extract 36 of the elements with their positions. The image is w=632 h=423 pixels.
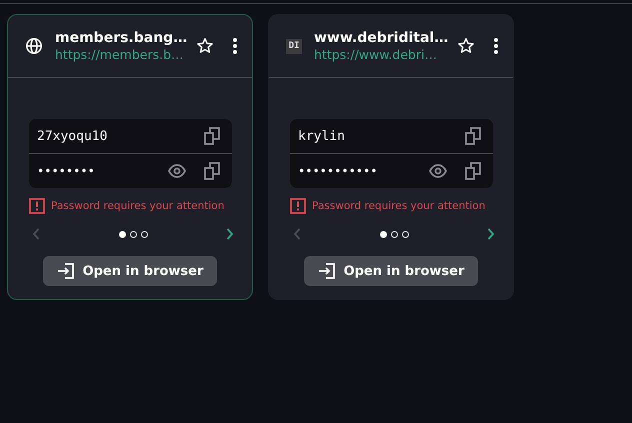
password-field[interactable]: ••••••••: [37, 164, 168, 178]
copy-icon[interactable]: [204, 162, 220, 180]
open-in-browser-button[interactable]: Open in browser: [304, 256, 478, 286]
warning-message: Password requires your attention: [312, 200, 486, 212]
copy-icon[interactable]: [465, 162, 481, 180]
page-dot[interactable]: [390, 230, 398, 238]
sign-in-icon: [56, 263, 75, 279]
sign-in-icon: [318, 263, 336, 279]
site-title: www.debridital…: [314, 30, 450, 46]
password-field[interactable]: •••••••••••: [298, 164, 429, 178]
more-icon[interactable]: [232, 37, 238, 55]
open-in-browser-button[interactable]: Open in browser: [42, 256, 218, 286]
copy-icon[interactable]: [204, 127, 220, 145]
eye-icon[interactable]: [429, 164, 447, 178]
site-title: members.bang…: [55, 30, 188, 46]
username-field[interactable]: 27xyoqu10: [37, 128, 204, 144]
warning-icon: [29, 198, 45, 214]
warning-message: Password requires your attention: [51, 200, 224, 212]
site-url[interactable]: https://members.b…: [55, 47, 190, 62]
warning-icon: [290, 198, 306, 214]
globe-icon: [25, 37, 43, 55]
page-dot[interactable]: [140, 230, 148, 238]
star-icon[interactable]: [457, 37, 475, 55]
chevron-right-icon[interactable]: [487, 228, 495, 240]
login-card[interactable]: members.bang… https://members.b… 27xyoqu10 •••••••• Password requires your attention Open in browser: [7, 14, 253, 300]
page-dot[interactable]: [402, 230, 408, 238]
site-favicon: DI: [286, 38, 302, 54]
page-dot[interactable]: [130, 230, 136, 238]
more-icon[interactable]: [493, 37, 499, 55]
login-card[interactable]: DI www.debridital… https://www.debri… krylin ••••••••••• Password requires your attention Open in browser: [268, 14, 514, 300]
site-url[interactable]: https://www.debri…: [314, 47, 451, 62]
username-field[interactable]: krylin: [298, 128, 465, 144]
chevron-right-icon[interactable]: [226, 228, 234, 240]
copy-icon[interactable]: [465, 127, 481, 145]
star-icon[interactable]: [196, 37, 214, 55]
eye-icon[interactable]: [168, 164, 186, 178]
